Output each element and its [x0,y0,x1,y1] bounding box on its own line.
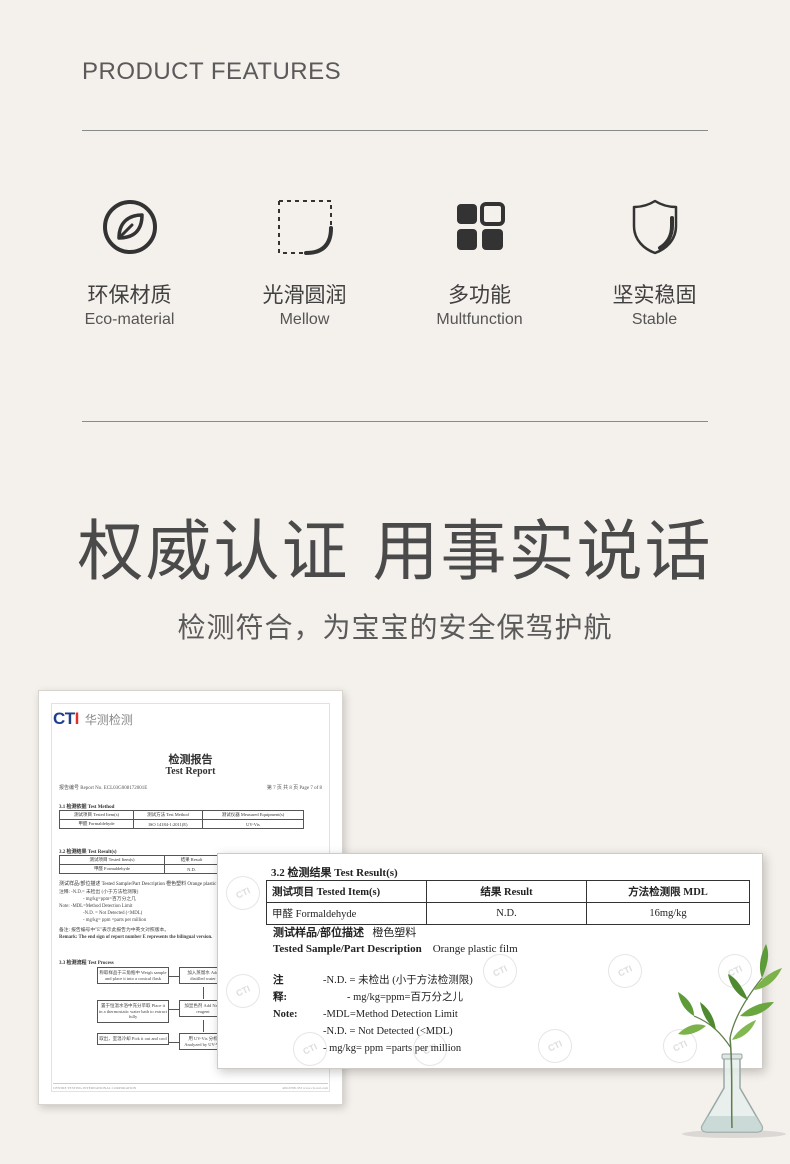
section-result: 3.2 检测结果 Test Result(s) [59,850,117,855]
sample-value-zh: 橙色塑料 [372,927,417,939]
feature-mellow-subtitle: Mellow [279,311,330,328]
features-row: 环保材质 Eco-material 光滑圆润 Mellow 多功能 Multfu… [42,195,742,345]
feature-multifunction-subtitle: Multfunction [436,311,523,328]
footer-company: CENTRE TESTING INTERNATIONAL CORPORATION [53,1086,137,1090]
table-cell: 结果 Result [164,855,219,865]
feature-stable-subtitle: Stable [631,311,678,328]
cti-logo-mark: CTI [53,709,79,728]
footer-contact: 400-6788-333 www.cti-cert.com [282,1086,328,1090]
sample-label-en: Tested Sample/Part Description [273,943,422,955]
feature-mellow-title: 光滑圆润 [262,283,347,307]
feature-eco-title: 环保材质 [87,283,172,307]
cti-watermark: CTI [220,968,266,1014]
report-no-label: 报告编号 Report No. [59,786,103,791]
feature-mellow: 光滑圆润 Mellow [217,195,392,329]
top-divider [82,130,708,131]
table-cell: N.D. [164,864,219,874]
result-table-large: 测试项目 Tested Item(s) 结果 Result 方法检测限 MDL … [266,880,750,925]
plant-in-flask [676,938,786,1138]
sample-label-zh: 测试样品/部位描述 [273,927,365,939]
table-cell: 测试仪器 Measured Equipment(s) [201,810,305,820]
rounded-corner-icon [276,198,334,260]
cti-watermark: CTI [220,870,266,916]
section-method: 3.1 检测依据 Test Method [59,805,115,810]
table-cell: 测试项目 Tested Item(s) [59,810,134,820]
cti-watermark: CTI [602,948,648,994]
cti-logo: CTI 华测检测 [53,709,133,729]
notes-label-en: Note: [273,1009,298,1020]
report-no: ECL03G008172001E [103,786,148,791]
note-line: -N.D. = 未检出 (小于方法检测限) [323,975,473,986]
section-process: 3.3 检测流程 Test Process [59,961,114,966]
table-cell: 甲醛 Formaldehyde [59,819,134,829]
table-cell: 16mg/kg [586,902,750,925]
sample-value-en: Orange plastic film [432,943,518,955]
sample-line: 测试样品/部位描述 Tested Sample/Part Description… [59,882,226,887]
table-cell: 甲醛 Formaldehyde [266,902,427,925]
table-cell: 测试项目 Tested Item(s) [58,855,166,865]
table-header-cell: 方法检测限 MDL [586,880,750,903]
feature-multifunction-title: 多功能 [448,283,511,307]
table-cell: ISO 14184-1:2011(E) [132,819,203,829]
feature-stable: 坚实稳固 Stable [567,195,742,329]
note-line: - mg/kg= ppm =parts per million [323,1043,462,1054]
subline: 检测符合，为宝宝的安全保驾护航 [177,611,613,644]
cti-watermark: CTI [532,1023,578,1069]
report-title-en: Test Report [165,766,216,777]
table-cell: 甲醛 Formaldehyde [58,864,166,874]
flow-step: 置于恒温水浴中充分萃取 Place it in a thermostatic w… [97,1000,169,1023]
flow-step: 取出，室温冷却 Pick it out and cool [97,1033,169,1045]
feature-multifunction: 多功能 Multfunction [392,195,567,329]
table-header-cell: 测试项目 Tested Item(s) [266,880,427,903]
feature-stable-title: 坚实稳固 [612,283,697,307]
shield-icon [630,198,680,260]
result-heading: 3.2 检测结果 Test Result(s) [271,867,398,879]
leaf-icon [101,198,159,260]
notes-label-zh: 注释: [273,975,287,1003]
feature-eco-subtitle: Eco-material [84,311,175,328]
note-line: - mg/kg=ppm=百万分之儿 [347,992,463,1003]
report-title-zh: 检测报告 [168,754,213,766]
report-page: 第 7 页 共 8 页 Page 7 of 8 [266,786,322,791]
note-line: -MDL=Method Detection Limit [323,1009,458,1020]
flow-step: 称取样品于三角瓶中 Weigh sample and place it into… [97,967,169,984]
table-cell: 测试方法 Test Method [132,810,203,820]
section-title: PRODUCT FEATURES [82,58,342,85]
result-table: 测试项目 Tested Item(s) 结果 Result 甲醛 Formald… [58,855,219,874]
note-line: -N.D. = Not Detected (<MDL) [323,1026,453,1037]
feature-eco: 环保材质 Eco-material [42,195,217,329]
headline: 权威认证 用事实说话 [77,513,713,590]
cti-logo-text: 华测检测 [84,712,133,727]
report-meta: 报告编号 Report No. ECL03G008172001E 第 7 页 共… [59,785,322,792]
method-table: 测试项目 Tested Item(s) 测试方法 Test Method 测试仪… [59,810,305,829]
sample-description: 测试样品/部位描述 橙色塑料 Tested Sample/Part Descri… [273,925,518,957]
grid-icon [455,202,505,256]
table-header-cell: 结果 Result [426,880,587,903]
report-footer: CENTRE TESTING INTERNATIONAL CORPORATION… [53,1083,328,1090]
bottom-divider [82,421,708,422]
table-cell: UV-Vis [201,819,305,829]
table-cell: N.D. [426,902,587,925]
